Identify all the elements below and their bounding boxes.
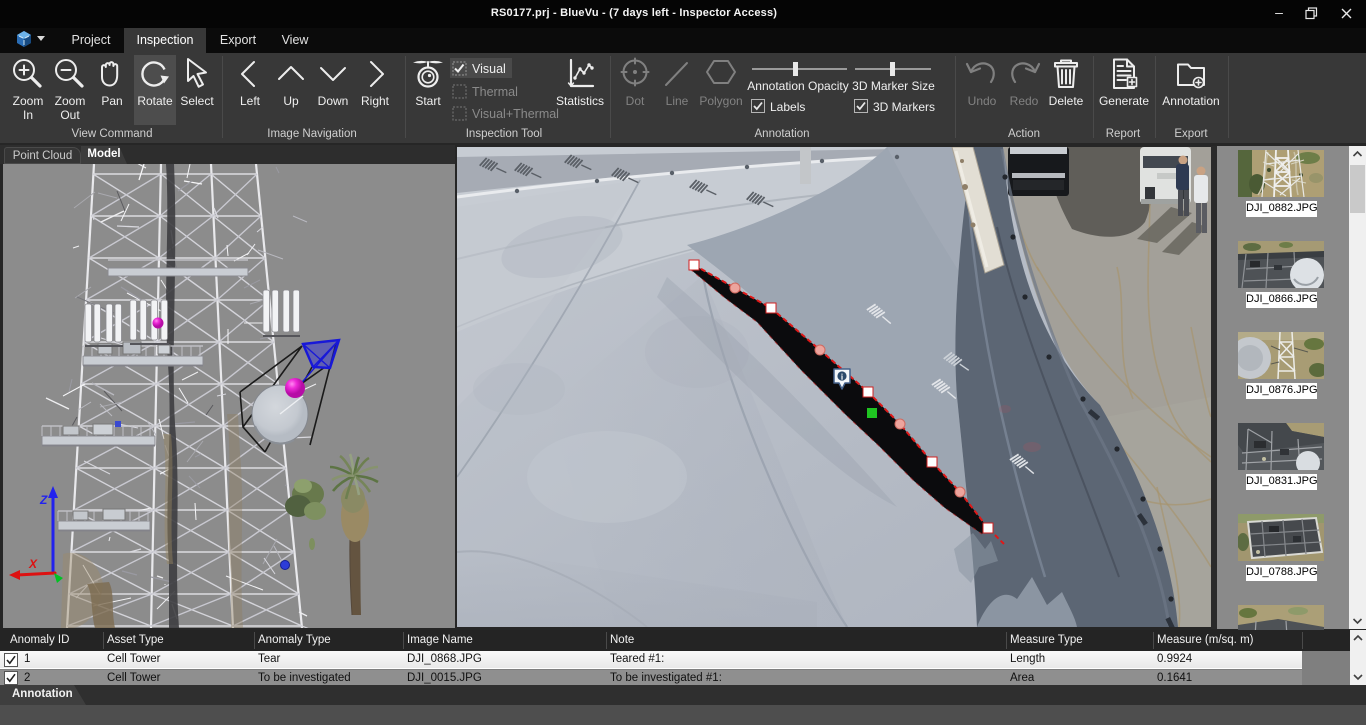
svg-text:X: X — [28, 557, 38, 571]
svg-text:Z: Z — [39, 493, 48, 507]
